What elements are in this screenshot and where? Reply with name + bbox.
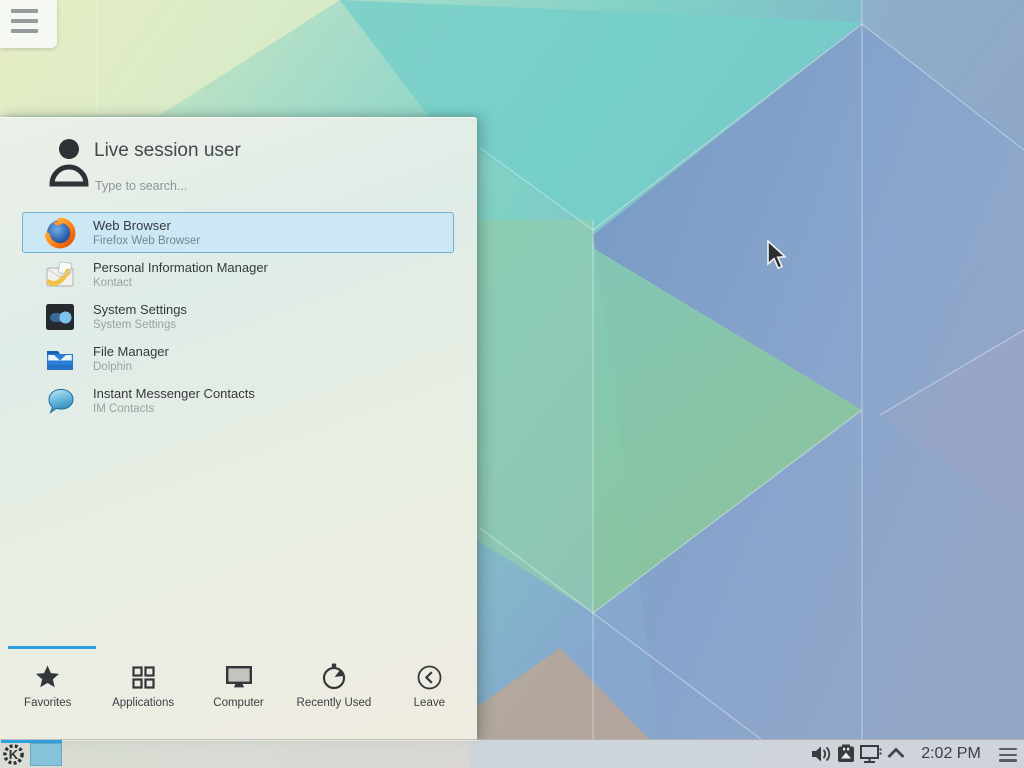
kontact-icon — [44, 259, 76, 291]
tab-leave[interactable]: Leave — [382, 646, 477, 741]
user-name: Live session user — [94, 140, 241, 162]
tab-applications[interactable]: Applications — [95, 646, 190, 741]
panel-overflow-button[interactable] — [999, 748, 1017, 765]
tab-label: Recently Used — [297, 697, 372, 709]
monitor-icon — [225, 662, 253, 692]
desktop: Live session user Type to search... — [0, 0, 1024, 768]
list-item-im-contacts[interactable]: Instant Messenger Contacts IM Contacts — [22, 380, 454, 421]
app-grid-icon — [131, 662, 156, 692]
favorites-list: Web Browser Firefox Web Browser Personal… — [0, 212, 477, 422]
virtual-desktop-pager[interactable] — [30, 743, 62, 766]
list-item-pim[interactable]: Personal Information Manager Kontact — [22, 254, 454, 295]
item-title: Personal Information Manager — [93, 260, 268, 276]
tab-label: Favorites — [24, 697, 71, 709]
tab-label: Applications — [112, 697, 174, 709]
list-item-system-settings[interactable]: System Settings System Settings — [22, 296, 454, 337]
device-notifier-icon[interactable] — [836, 744, 856, 764]
taskbar-panel: K 2:02 PM — [0, 739, 1024, 768]
speech-bubble-icon — [44, 385, 76, 417]
launcher-tabbar: Favorites Applications — [0, 646, 477, 741]
stopwatch-icon — [321, 662, 347, 692]
folder-icon — [44, 343, 76, 375]
system-settings-icon — [44, 301, 76, 333]
volume-icon[interactable] — [810, 744, 834, 764]
tab-favorites[interactable]: Favorites — [0, 646, 95, 741]
item-title: Instant Messenger Contacts — [93, 386, 255, 402]
network-icon[interactable] — [859, 744, 883, 764]
item-title: Web Browser — [93, 218, 200, 234]
item-subtitle: IM Contacts — [93, 402, 255, 416]
item-title: System Settings — [93, 302, 187, 318]
star-icon — [34, 662, 61, 692]
item-subtitle: Firefox Web Browser — [93, 234, 200, 248]
mouse-cursor — [766, 240, 790, 272]
leave-circle-icon — [416, 662, 443, 692]
taskbar-clock[interactable]: 2:02 PM — [912, 740, 990, 768]
tab-label: Computer — [213, 697, 264, 709]
application-launcher-menu: Live session user Type to search... — [0, 117, 477, 741]
active-tab-indicator — [8, 646, 96, 649]
item-title: File Manager — [93, 344, 169, 360]
list-item-file-manager[interactable]: File Manager Dolphin — [22, 338, 454, 379]
tab-label: Leave — [414, 697, 445, 709]
kde-logo-icon[interactable]: K — [2, 743, 25, 766]
item-subtitle: Kontact — [93, 276, 268, 290]
chevron-up-icon[interactable] — [886, 747, 906, 759]
launcher-header: Live session user Type to search... — [0, 118, 477, 212]
tab-computer[interactable]: Computer — [191, 646, 286, 741]
item-subtitle: System Settings — [93, 318, 187, 332]
list-item-web-browser[interactable]: Web Browser Firefox Web Browser — [22, 212, 454, 253]
user-avatar-icon — [44, 136, 92, 190]
tab-recently-used[interactable]: Recently Used — [286, 646, 381, 741]
svg-text:K: K — [9, 747, 19, 762]
hamburger-icon — [999, 748, 1017, 762]
desktop-toolbox-button[interactable] — [0, 0, 57, 48]
item-subtitle: Dolphin — [93, 360, 169, 374]
firefox-icon — [44, 217, 76, 249]
search-input[interactable]: Type to search... — [95, 179, 187, 193]
